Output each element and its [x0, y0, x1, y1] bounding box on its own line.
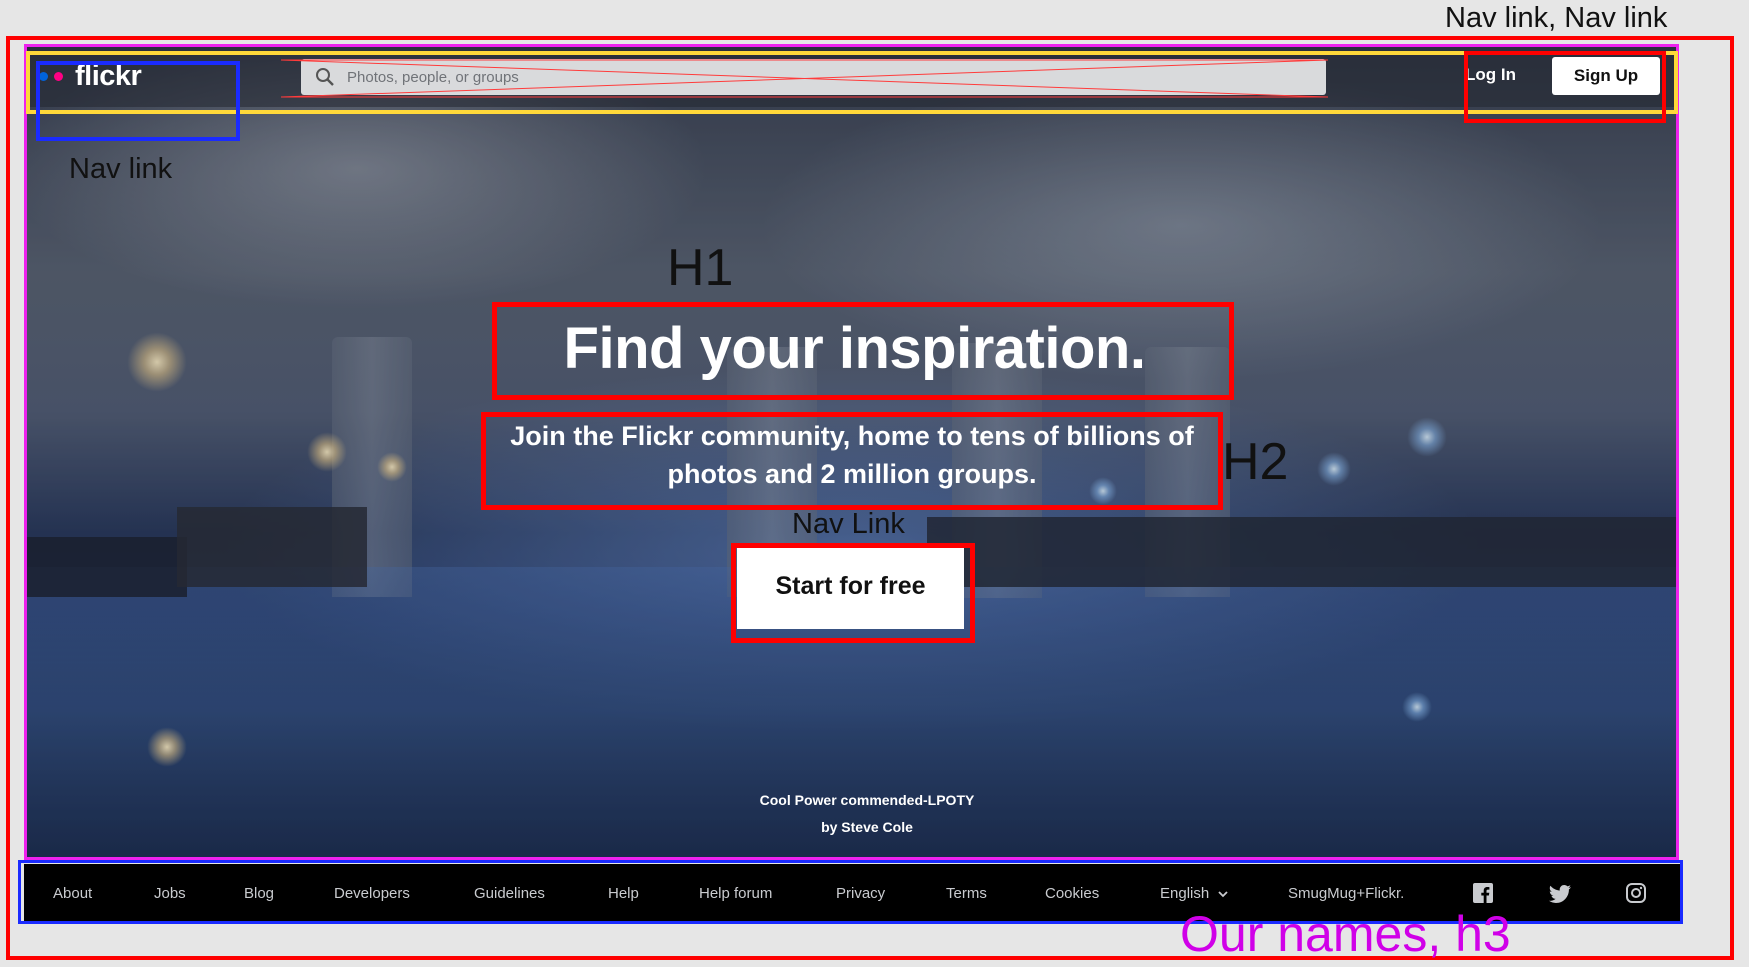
annotation-label-nav-link-right: Nav link, Nav link	[1445, 2, 1668, 34]
annotated-screenshot: flickr Photos, people, or groups Log In …	[0, 0, 1749, 967]
annotation-h2-box	[481, 412, 1223, 510]
search-cross-lines	[281, 59, 1328, 98]
annotation-auth-box	[1464, 51, 1666, 123]
annotation-label-nav-link-cta: Nav Link	[792, 508, 905, 540]
annotation-label-h1: H1	[667, 239, 734, 297]
annotation-label-our-names: Our names, h3	[1180, 906, 1511, 962]
photo-credit[interactable]: Cool Power commended-LPOTY by Steve Cole	[647, 787, 1087, 841]
annotation-label-nav-link-logo: Nav link	[69, 153, 173, 185]
photo-credit-title: Cool Power commended-LPOTY	[759, 792, 975, 808]
annotation-search-cross	[281, 57, 1328, 101]
photo-credit-author: by Steve Cole	[821, 819, 913, 835]
annotation-cta-box	[731, 543, 975, 643]
annotation-h1-box	[492, 302, 1234, 400]
annotation-logo-box	[36, 61, 240, 141]
annotation-label-h2: H2	[1222, 433, 1289, 491]
